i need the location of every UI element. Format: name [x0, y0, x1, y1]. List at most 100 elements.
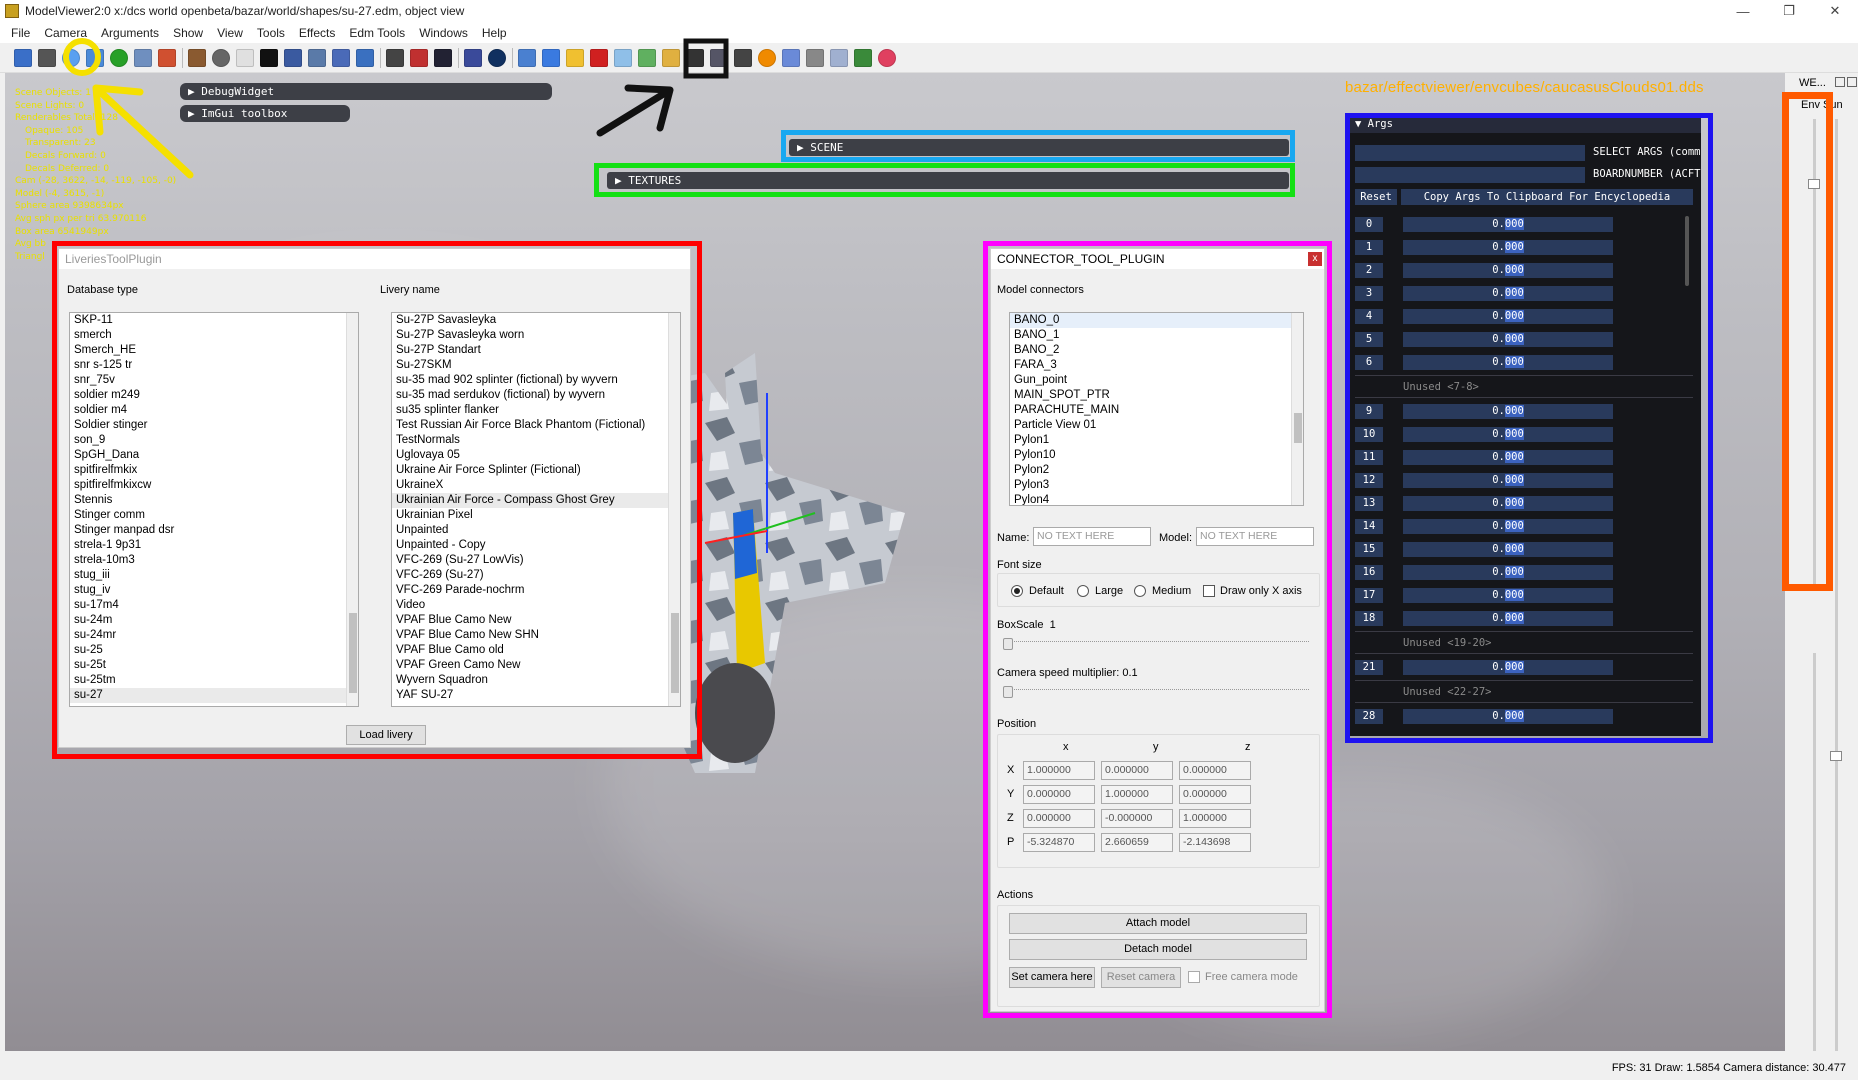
database-type-item[interactable]: Smerch_HE	[70, 343, 358, 358]
database-type-item[interactable]: strela-1 9p31	[70, 538, 358, 553]
person-icon[interactable]	[710, 48, 728, 67]
menu-camera[interactable]: Camera	[37, 26, 94, 40]
tree-icon[interactable]	[308, 48, 326, 67]
livery-name-list[interactable]: Su-27P Savasleyka Su-27P Savasleyka worn S…	[391, 312, 681, 707]
database-type-item[interactable]: smerch	[70, 328, 358, 343]
database-type-item[interactable]: Stinger comm	[70, 508, 358, 523]
menu-effects[interactable]: Effects	[292, 26, 342, 40]
position-value-field[interactable]: 0.000000	[1023, 809, 1095, 828]
green-doc-icon[interactable]	[638, 48, 656, 67]
livery-name-item[interactable]: Video	[392, 598, 680, 613]
database-list-scrollbar[interactable]	[346, 313, 358, 706]
arg-value-slider[interactable]: 0.000	[1403, 542, 1613, 557]
arg-value-slider[interactable]: 0.000	[1403, 404, 1613, 419]
palette-icon[interactable]	[410, 48, 428, 67]
connector-item[interactable]: Pylon3	[1010, 478, 1303, 493]
livery-name-item[interactable]: VFC-269 Parade-nochrm	[392, 583, 680, 598]
livery-name-item[interactable]: su-35 mad 902 splinter (fictional) by wy…	[392, 373, 680, 388]
database-type-item[interactable]: su-27	[70, 688, 358, 703]
load-livery-button[interactable]: Load livery	[346, 725, 426, 745]
livery-name-item[interactable]: su35 splinter flanker	[392, 403, 680, 418]
connector-item[interactable]: Pylon4	[1010, 493, 1303, 505]
refresh-icon[interactable]	[110, 48, 128, 67]
imgui-toolbox-button[interactable]: ▶ ImGui toolbox	[180, 105, 350, 122]
database-type-item[interactable]: Stennis	[70, 493, 358, 508]
args-window-icon[interactable]	[614, 48, 632, 67]
connector-item[interactable]: Gun_point	[1010, 373, 1303, 388]
arg-value-slider[interactable]: 0.000	[1403, 496, 1613, 511]
speaker-icon[interactable]	[356, 48, 374, 67]
livery-name-item[interactable]: Ukrainian Pixel	[392, 508, 680, 523]
menu-view[interactable]: View	[210, 26, 250, 40]
textures-button[interactable]: ▶ TEXTURES	[607, 172, 1289, 189]
font-large-radio[interactable]	[1077, 585, 1089, 597]
livery-name-item[interactable]: Su-27P Savasleyka	[392, 313, 680, 328]
arg-value-slider[interactable]: 0.000	[1403, 332, 1613, 347]
livery-name-item[interactable]: TestNormals	[392, 433, 680, 448]
livery-name-item[interactable]: VPAF Blue Camo old	[392, 643, 680, 658]
name-input[interactable]: NO TEXT HERE	[1033, 527, 1151, 546]
bar-chart-icon[interactable]	[518, 48, 536, 67]
funnel-icon[interactable]	[284, 48, 302, 67]
menu-tools[interactable]: Tools	[250, 26, 292, 40]
position-value-field[interactable]: 1.000000	[1023, 761, 1095, 780]
livery-name-item[interactable]: VPAF Green Camo New	[392, 658, 680, 673]
extra-slider[interactable]	[1808, 653, 1820, 1073]
arg-value-slider[interactable]: 0.000	[1403, 709, 1613, 724]
arg-value-slider[interactable]: 0.000	[1403, 286, 1613, 301]
menu-show[interactable]: Show	[166, 26, 210, 40]
line-chart-icon[interactable]	[662, 48, 680, 67]
sphere-view-icon[interactable]	[62, 48, 80, 67]
connector-item[interactable]: PARACHUTE_MAIN	[1010, 403, 1303, 418]
livery-name-item[interactable]: Su-27SKM	[392, 358, 680, 373]
font-medium-radio[interactable]	[1134, 585, 1146, 597]
connector-item[interactable]: MAIN_SPOT_PTR	[1010, 388, 1303, 403]
skeleton-icon[interactable]	[158, 48, 176, 67]
light-icon[interactable]	[212, 48, 230, 67]
boxscale-slider[interactable]	[1003, 638, 1309, 651]
cube-icon[interactable]	[542, 48, 560, 67]
position-value-field[interactable]: -5.324870	[1023, 833, 1095, 852]
grid-black-icon[interactable]	[260, 48, 278, 67]
database-type-item[interactable]: snr s-125 tr	[70, 358, 358, 373]
arg-value-slider[interactable]: 0.000	[1403, 450, 1613, 465]
database-type-item[interactable]: su-25	[70, 643, 358, 658]
position-value-field[interactable]: 0.000000	[1179, 761, 1251, 780]
livery-name-item[interactable]: UkraineX	[392, 478, 680, 493]
position-value-field[interactable]: -2.143698	[1179, 833, 1251, 852]
livery-name-item[interactable]: Su-27P Savasleyka worn	[392, 328, 680, 343]
debug-widget-button[interactable]: ▶ DebugWidget	[180, 83, 552, 100]
weather-tab[interactable]: WE...	[1799, 77, 1826, 89]
menu-windows[interactable]: Windows	[412, 26, 475, 40]
set-camera-button[interactable]: Set camera here	[1009, 967, 1095, 988]
open-model-icon[interactable]	[38, 48, 56, 67]
connector-icon[interactable]	[782, 48, 800, 67]
menu-file[interactable]: File	[4, 26, 37, 40]
float-icon[interactable]	[1835, 77, 1845, 87]
arg-value-slider[interactable]: 0.000	[1403, 355, 1613, 370]
arg-value-slider[interactable]: 0.000	[1403, 427, 1613, 442]
livery-name-item[interactable]: VPAF Blue Camo New	[392, 613, 680, 628]
reset-camera-button[interactable]: Reset camera	[1101, 967, 1181, 988]
args-panel-header[interactable]: ▼ Args	[1347, 116, 1701, 133]
arg-value-slider[interactable]: 0.000	[1403, 217, 1613, 232]
table-icon[interactable]	[830, 48, 848, 67]
livery-name-item[interactable]: Test Russian Air Force Black Phantom (Fi…	[392, 418, 680, 433]
font-default-radio[interactable]	[1011, 585, 1023, 597]
detach-model-button[interactable]: Detach model	[1009, 939, 1307, 960]
arg-value-slider[interactable]: 0.000	[1403, 263, 1613, 278]
camera-speed-slider[interactable]	[1003, 686, 1309, 699]
connector-close-button[interactable]: x	[1308, 252, 1322, 266]
close-button[interactable]: ✕	[1812, 0, 1858, 22]
position-value-field[interactable]: 0.000000	[1101, 761, 1173, 780]
livery-name-item[interactable]: Unpainted - Copy	[392, 538, 680, 553]
copy-args-button[interactable]: Copy Args To Clipboard For Encyclopedia	[1401, 189, 1693, 205]
red-cube-icon[interactable]	[590, 48, 608, 67]
boardnumber-input[interactable]	[1355, 167, 1585, 183]
select-args-input[interactable]	[1355, 145, 1585, 161]
reset-args-button[interactable]: Reset	[1355, 189, 1397, 205]
livery-name-item[interactable]: su-35 mad serdukov (fictional) by wyvern	[392, 388, 680, 403]
texture-icon[interactable]	[134, 48, 152, 67]
connector-item[interactable]: Pylon10	[1010, 448, 1303, 463]
maximize-button[interactable]: ❐	[1766, 0, 1812, 22]
